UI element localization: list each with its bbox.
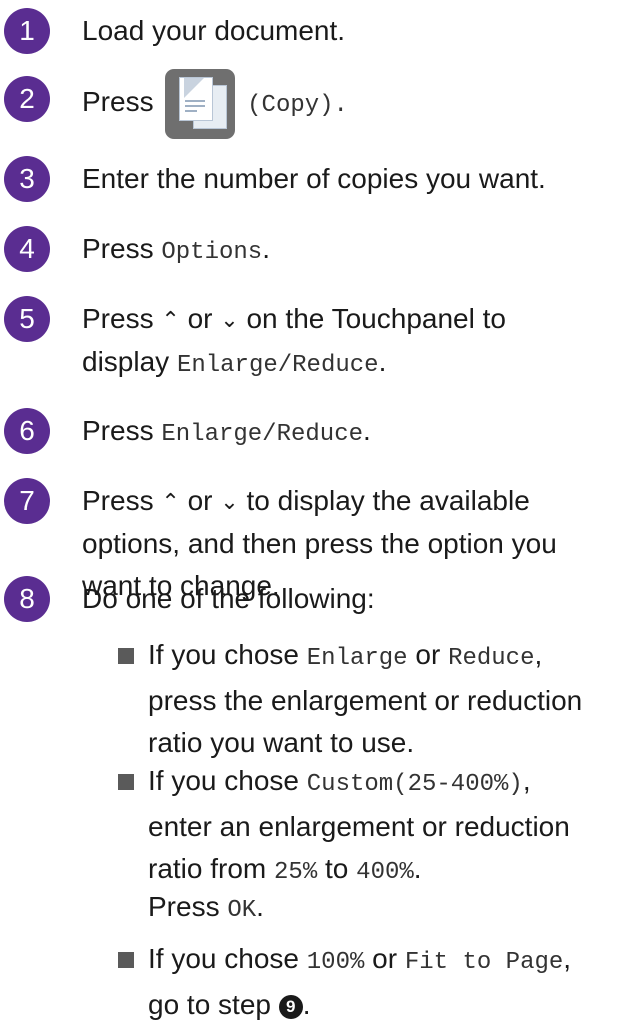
step-number: 7	[4, 478, 50, 524]
step-text: Press Options.	[82, 230, 609, 272]
square-bullet-icon	[118, 952, 134, 968]
text-segment: If you chose	[148, 639, 307, 670]
text-segment: press the enlargement or reduction	[148, 685, 583, 716]
text-segment: ,	[563, 943, 572, 974]
options-label: Options	[161, 239, 263, 266]
text-segment: .	[413, 853, 422, 884]
chevron-up-icon: ⌃	[161, 307, 180, 332]
square-bullet-icon	[118, 774, 134, 790]
chevron-up-icon: ⌃	[161, 489, 180, 514]
text-segment: .	[378, 346, 387, 377]
text-segment: go to step	[148, 989, 279, 1020]
copy-icon: A	[165, 68, 236, 139]
step-number: 5	[4, 296, 50, 342]
text-segment: If you chose	[148, 765, 307, 796]
chevron-down-icon: ⌄	[220, 489, 239, 514]
step-text: Load your document.	[82, 15, 346, 46]
page-front-icon: A	[179, 76, 214, 121]
text-segment: or	[187, 485, 213, 516]
text-segment: display	[82, 346, 177, 377]
text-segment: or	[364, 943, 405, 974]
step-number: 8	[4, 576, 50, 622]
text-segment: Press	[82, 415, 162, 446]
text-segment: or	[187, 303, 213, 334]
ratio-100-label: 100%	[306, 949, 365, 976]
step-number: 1	[4, 8, 50, 54]
text-segment: Press	[82, 233, 162, 264]
step-number: 3	[4, 156, 50, 202]
text-segment: Press	[148, 891, 228, 922]
enlarge-reduce-label: Enlarge/Reduce	[161, 421, 363, 448]
ok-label: OK	[227, 897, 257, 924]
enlarge-reduce-label: Enlarge/Reduce	[176, 352, 379, 379]
reduce-label: Reduce	[448, 645, 535, 672]
text-segment: ratio you want to use.	[148, 727, 415, 758]
text-segment: Press	[82, 485, 154, 516]
text-segment: .	[256, 891, 264, 922]
text-segment: options, and then press the option you	[82, 528, 557, 559]
text-segment: ratio from	[148, 853, 275, 884]
bullet-text: If you chose Custom(25-400%), enter an e…	[148, 762, 609, 892]
text-segment: .	[302, 989, 311, 1020]
step-text: Press ⌃ or ⌄ on the Touchpanel to displa…	[82, 300, 609, 385]
max-ratio-label: 400%	[356, 859, 414, 886]
page-fold-icon	[184, 77, 205, 98]
step-number: 6	[4, 408, 50, 454]
copy-label: (Copy).	[247, 92, 348, 119]
press-ok-line: Press OK.	[148, 888, 609, 930]
text-segment: on the Touchpanel to	[246, 303, 506, 334]
text-segment: to	[317, 853, 357, 884]
chevron-down-icon: ⌄	[220, 307, 239, 332]
text-segment: .	[262, 233, 270, 264]
text-segment: ,	[534, 639, 543, 670]
square-bullet-icon	[118, 648, 134, 664]
step-number: 4	[4, 226, 50, 272]
step-text: Press Enlarge/Reduce.	[82, 412, 609, 454]
text-segment: enter an enlargement or reduction	[148, 811, 570, 842]
text-segment: or	[407, 639, 449, 670]
text-segment: Press	[82, 303, 154, 334]
press-text: Press	[82, 86, 154, 117]
step-text: Press A (Copy).	[82, 66, 609, 142]
step-9-ref-icon: 9	[278, 995, 303, 1019]
text-segment: .	[363, 415, 371, 446]
text-segment: If you chose	[148, 943, 307, 974]
custom-label: Custom(25-400%)	[306, 771, 523, 798]
text-segment: ,	[522, 765, 531, 796]
fit-to-page-label: Fit to Page	[404, 949, 564, 976]
step-text: Enter the number of copies you want.	[82, 163, 546, 194]
step-number: 2	[4, 76, 50, 122]
min-ratio-label: 25%	[274, 859, 318, 886]
text-segment: to display the available	[246, 485, 530, 516]
enlarge-label: Enlarge	[306, 645, 408, 672]
step-text: Do one of the following:	[82, 583, 375, 614]
bullet-text: If you chose 100% or Fit to Page, go to …	[148, 940, 609, 1024]
bullet-text: If you chose Enlarge or Reduce, press th…	[148, 636, 609, 762]
